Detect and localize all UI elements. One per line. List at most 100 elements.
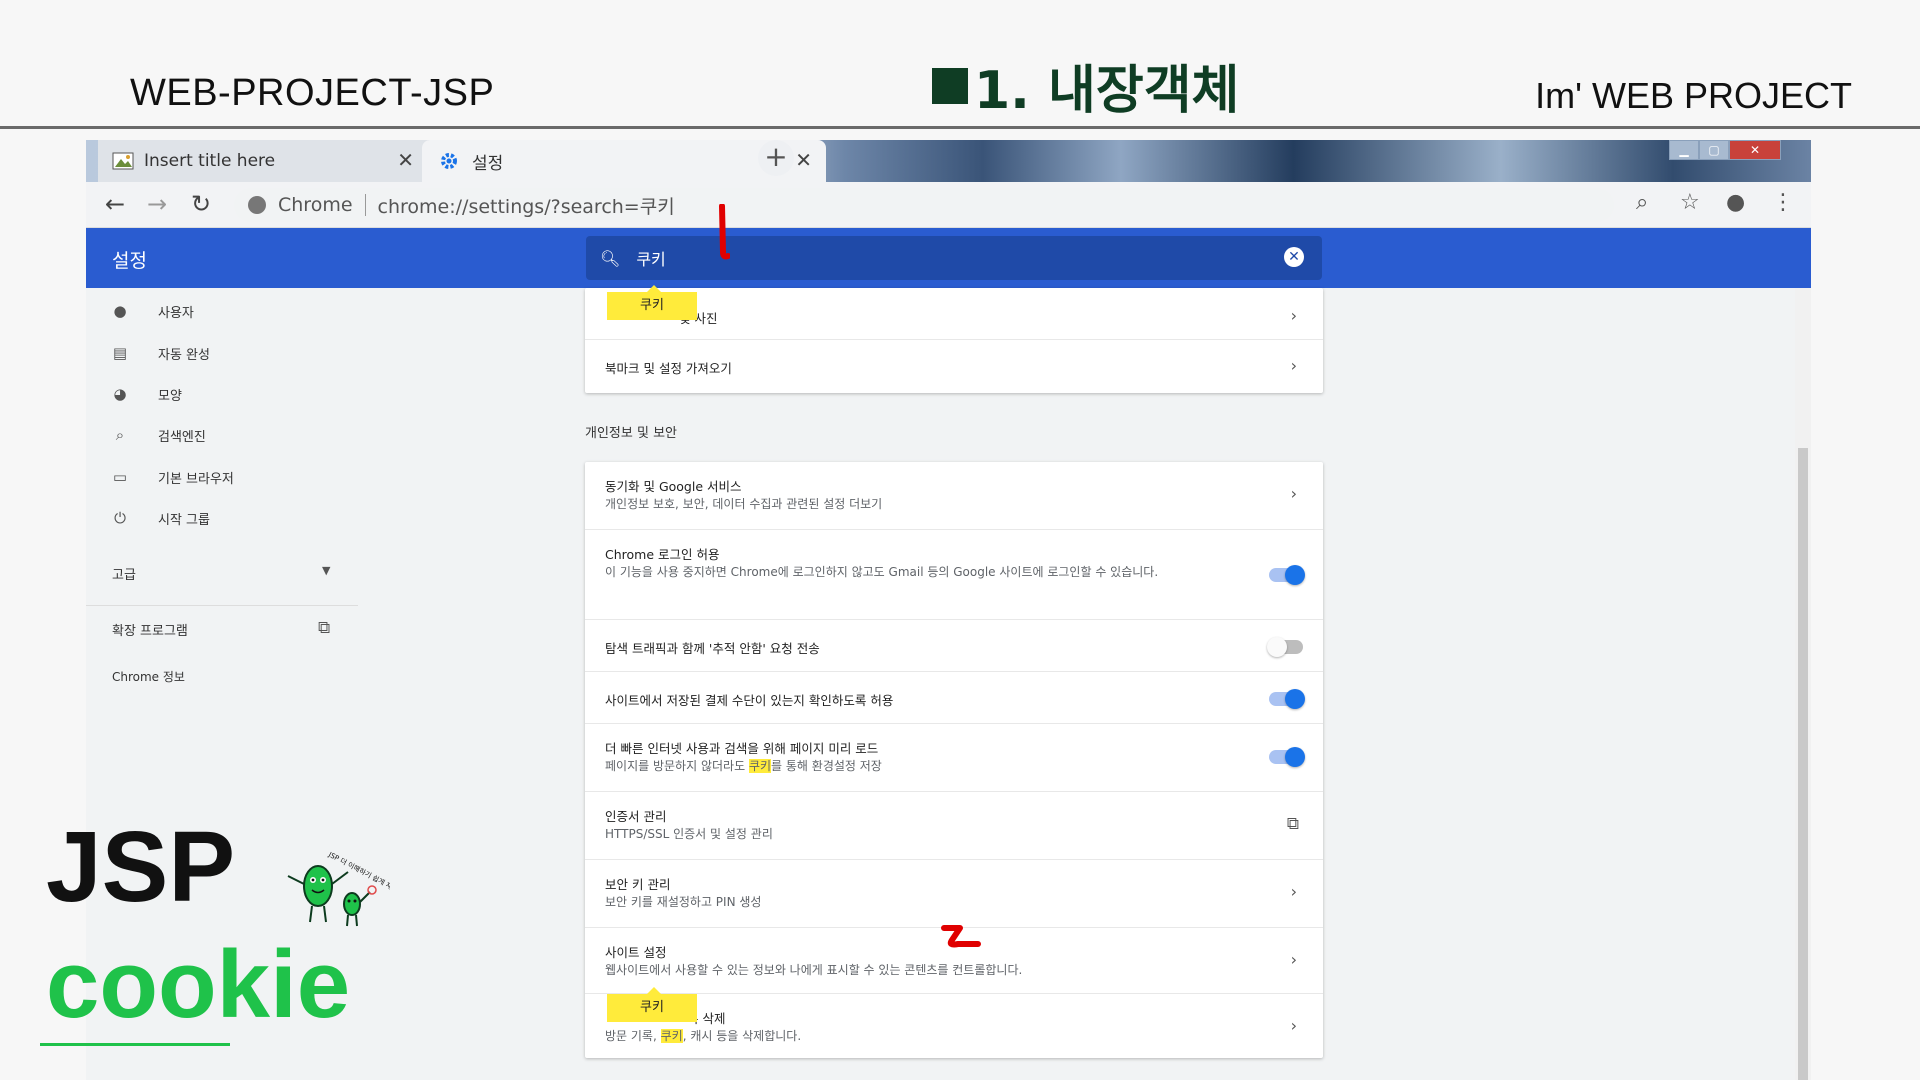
- settings-title: 설정: [112, 250, 147, 272]
- row-subtitle: 보안 키를 재설정하고 PIN 생성: [605, 895, 762, 909]
- search-value: 쿠키: [636, 250, 666, 269]
- chevron-right-icon: ›: [1290, 306, 1297, 325]
- caption-jsp: JSP: [46, 811, 236, 923]
- toggle-switch-on[interactable]: [1269, 689, 1305, 709]
- settings-search-input[interactable]: 🔍︎ 쿠키 ✕: [586, 236, 1322, 280]
- profile-avatar-icon[interactable]: ●: [1726, 190, 1745, 215]
- external-link-icon[interactable]: ⧉: [318, 618, 330, 638]
- row-title: 보안 키 관리: [605, 877, 671, 892]
- settings-row-payment-methods[interactable]: 사이트에서 저장된 결제 수단이 있는지 확인하도록 허용: [585, 672, 1323, 724]
- scrollbar[interactable]: [1795, 288, 1811, 1080]
- search-match-bubble: 쿠키: [607, 285, 697, 320]
- sidebar-item-label: 기본 브라우저: [158, 471, 234, 487]
- sidebar-extensions[interactable]: 확장 프로그램: [112, 620, 188, 639]
- clear-search-icon[interactable]: ✕: [1284, 247, 1304, 267]
- close-window-icon[interactable]: ✕: [1729, 140, 1781, 160]
- settings-row-sync[interactable]: 동기화 및 Google 서비스 개인정보 보호, 보안, 데이터 수집과 관련…: [585, 462, 1323, 530]
- address-site-label: Chrome: [278, 194, 353, 216]
- caption-cookie: cookie: [46, 931, 351, 1038]
- browser-icon: ▭: [112, 468, 128, 486]
- sidebar-item-label: 모양: [158, 388, 182, 404]
- settings-card-privacy: 동기화 및 Google 서비스 개인정보 보호, 보안, 데이터 수집과 관련…: [585, 462, 1323, 1058]
- settings-row-do-not-track[interactable]: 탐색 트래픽과 함께 '추적 안함' 요청 전송: [585, 620, 1323, 672]
- row-subtitle: HTTPS/SSL 인증서 및 설정 관리: [605, 827, 773, 841]
- chevron-right-icon: ›: [1290, 882, 1297, 901]
- toggle-switch-off[interactable]: [1267, 637, 1303, 657]
- row-title: 사이트 설정: [605, 945, 667, 960]
- settings-row-security-keys[interactable]: 보안 키 관리 보안 키를 재설정하고 PIN 생성 ›: [585, 860, 1323, 928]
- scrollbar-thumb[interactable]: [1798, 448, 1808, 1080]
- zoom-icon[interactable]: ⌕: [1636, 190, 1648, 215]
- palette-icon: ◕: [113, 385, 127, 403]
- chevron-down-icon[interactable]: ▼: [322, 564, 330, 577]
- tab-title: 설정: [472, 153, 504, 174]
- sidebar-item-user[interactable]: ● 사용자: [110, 298, 194, 324]
- sidebar-item-autofill[interactable]: ▤ 자동 완성: [110, 340, 210, 366]
- row-title: 북마크 및 설정 가져오기: [605, 361, 732, 376]
- reload-icon[interactable]: ↻: [186, 190, 216, 218]
- toggle-switch-on[interactable]: [1269, 565, 1305, 585]
- gear-icon: [440, 152, 462, 170]
- sidebar-item-label: 검색엔진: [158, 429, 206, 445]
- sidebar-advanced[interactable]: 고급: [112, 564, 136, 583]
- row-title: 사이트에서 저장된 결제 수단이 있는지 확인하도록 허용: [605, 693, 894, 708]
- settings-header: 설정 🔍︎ 쿠키 ✕: [86, 228, 1811, 288]
- mascot-text: JSP 더 이해하기 쉽게 재밌게!: [326, 849, 390, 898]
- sidebar-item-default-browser[interactable]: ▭ 기본 브라우저: [110, 464, 234, 490]
- row-subtitle: 이 기능을 사용 중지하면 Chrome에 로그인하지 않고도 Gmail 등의…: [605, 565, 1159, 579]
- slide-section-title-text: 1. 내장객체: [974, 61, 1240, 121]
- sidebar-item-search-engine[interactable]: ⌕ 검색엔진: [110, 422, 206, 448]
- back-arrow-icon[interactable]: ←: [100, 190, 130, 218]
- search-match-bubble: 쿠키: [607, 987, 697, 1022]
- close-icon[interactable]: ✕: [397, 148, 414, 172]
- settings-row-chrome-signin[interactable]: Chrome 로그인 허용 이 기능을 사용 중지하면 Chrome에 로그인하…: [585, 530, 1323, 620]
- row-subtitle: 페이지를 방문하지 않더라도 쿠키를 통해 환경설정 저장: [605, 759, 882, 773]
- tab-title: Insert title here: [144, 151, 276, 171]
- window-controls: ▁ ▢ ✕: [1669, 140, 1781, 160]
- power-icon: ⏻: [114, 509, 126, 527]
- search-highlight: 쿠키: [748, 759, 772, 773]
- new-tab-button[interactable]: +: [758, 140, 794, 176]
- row-subtitle: 방문 기록, 쿠키, 캐시 등을 삭제합니다.: [605, 1029, 802, 1043]
- sidebar-item-label: 시작 그룹: [158, 512, 210, 528]
- slide-project-title: WEB-PROJECT-JSP: [130, 72, 495, 114]
- sidebar-item-startup[interactable]: ⏻ 시작 그룹: [110, 505, 210, 531]
- row-subtitle: 개인정보 보호, 보안, 데이터 수집과 관련된 설정 더보기: [605, 497, 883, 511]
- settings-row-import-bookmarks[interactable]: 북마크 및 설정 가져오기 ›: [585, 340, 1323, 393]
- settings-card-top: 및 사진 › 쿠키 북마크 및 설정 가져오기 ›: [585, 285, 1323, 393]
- external-link-icon: ⧉: [1286, 814, 1299, 834]
- square-bullet-icon: [932, 67, 968, 104]
- address-separator: [364, 194, 366, 216]
- header-divider: [0, 126, 1920, 129]
- address-bar[interactable]: Chrome chrome://settings/?search=쿠키: [234, 188, 1614, 222]
- maximize-icon[interactable]: ▢: [1699, 140, 1729, 160]
- sidebar-item-appearance[interactable]: ◕ 모양: [110, 381, 182, 407]
- slide-section-title: 1. 내장객체: [932, 48, 1239, 123]
- tab-insert-title[interactable]: Insert title here ✕: [98, 140, 428, 182]
- close-icon[interactable]: ✕: [795, 148, 812, 172]
- minimize-icon[interactable]: ▁: [1669, 140, 1699, 160]
- section-privacy-security: 개인정보 및 보안: [585, 426, 677, 441]
- chrome-logo-icon: [248, 196, 266, 214]
- chevron-right-icon: ›: [1290, 484, 1297, 503]
- bookmark-star-icon[interactable]: ☆: [1680, 190, 1700, 215]
- sidebar-item-label: 사용자: [158, 305, 194, 321]
- search-highlight: 쿠키: [660, 1029, 683, 1043]
- chevron-right-icon: ›: [1290, 356, 1297, 375]
- chevron-right-icon: ›: [1290, 950, 1297, 969]
- search-icon: ⌕: [115, 426, 125, 444]
- settings-row-certificates[interactable]: 인증서 관리 HTTPS/SSL 인증서 및 설정 관리 ⧉: [585, 792, 1323, 860]
- toggle-switch-on[interactable]: [1269, 747, 1305, 767]
- row-subtitle: 웹사이트에서 사용할 수 있는 정보와 나에게 표시할 수 있는 콘텐츠를 컨트…: [605, 963, 1023, 977]
- annotation-mark-1: [719, 204, 730, 260]
- row-title: 탐색 트래픽과 함께 '추적 안함' 요청 전송: [605, 641, 820, 656]
- sidebar-item-label: 자동 완성: [158, 347, 210, 363]
- forward-arrow-icon[interactable]: →: [142, 190, 172, 218]
- caption-underline: [40, 1043, 230, 1046]
- sidebar-about-chrome[interactable]: Chrome 정보: [112, 668, 185, 685]
- settings-row-preload[interactable]: 더 빠른 인터넷 사용과 검색을 위해 페이지 미리 로드 페이지를 방문하지 …: [585, 724, 1323, 792]
- row-title: 동기화 및 Google 서비스: [605, 479, 742, 494]
- search-icon: 🔍︎: [600, 248, 621, 268]
- sidebar-divider: [86, 605, 358, 606]
- menu-kebab-icon[interactable]: ⋮: [1772, 190, 1794, 215]
